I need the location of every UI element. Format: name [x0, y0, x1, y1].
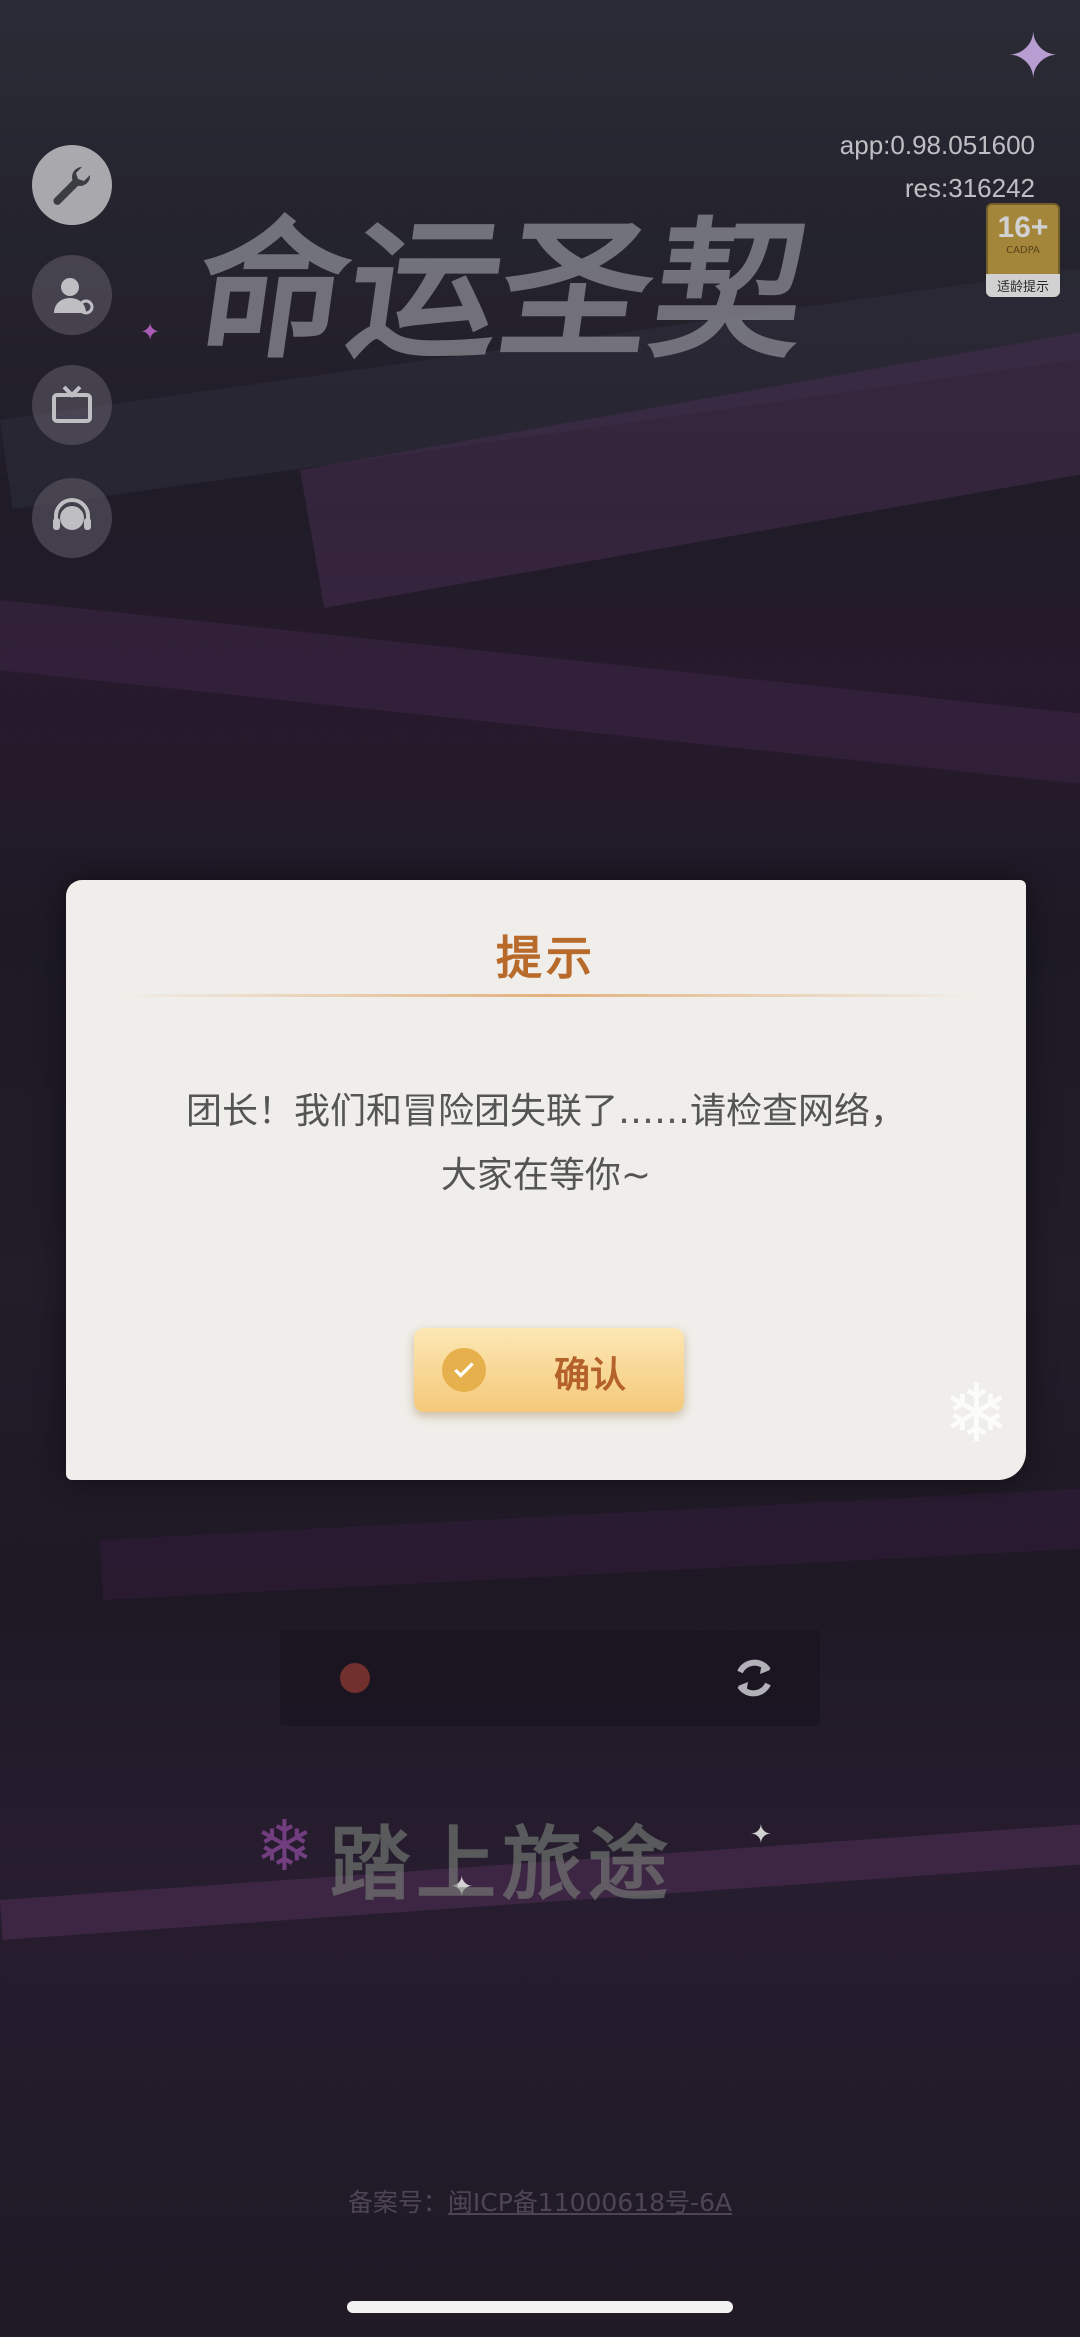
- dialog-divider: [116, 994, 976, 997]
- network-error-dialog: 提示 团长！我们和冒险团失联了……请检查网络，大家在等你~ 确认 ❄: [66, 880, 1026, 1480]
- confirm-label: 确认: [554, 1354, 627, 1396]
- snowflake-icon: ❄: [942, 1367, 1010, 1460]
- confirm-button[interactable]: 确认: [414, 1328, 684, 1412]
- check-icon: [442, 1348, 486, 1392]
- home-indicator[interactable]: [347, 2301, 733, 2313]
- dialog-title: 提示: [496, 931, 596, 985]
- dialog-message: 团长！我们和冒险团失联了……请检查网络，大家在等你~: [185, 1091, 906, 1196]
